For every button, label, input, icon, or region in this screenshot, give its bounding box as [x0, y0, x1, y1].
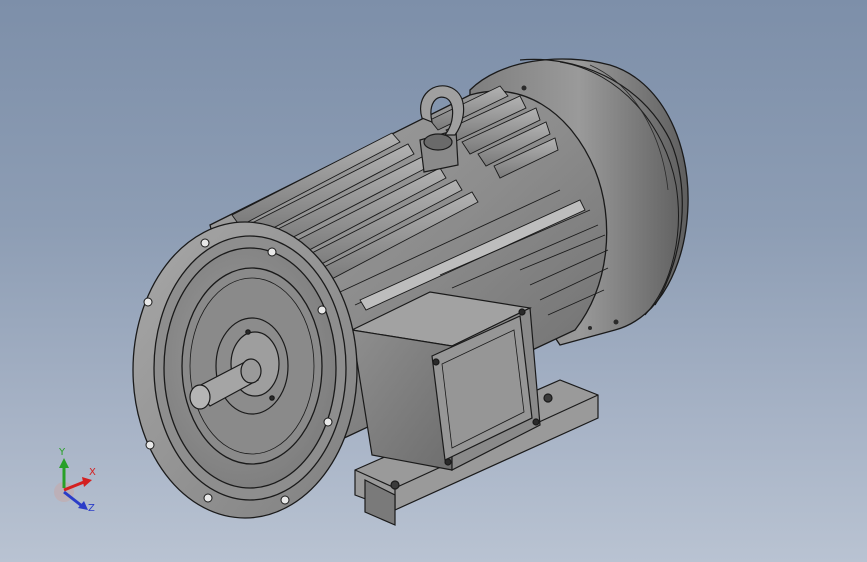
axis-label-z: Z: [88, 503, 95, 514]
axis-triad: Y X Z: [50, 448, 110, 520]
triad-graphic: [54, 458, 92, 510]
axis-label-x: X: [89, 467, 96, 478]
motor-model[interactable]: [0, 0, 867, 562]
cad-viewport[interactable]: Y X Z: [0, 0, 867, 562]
axis-label-y: Y: [59, 447, 66, 458]
